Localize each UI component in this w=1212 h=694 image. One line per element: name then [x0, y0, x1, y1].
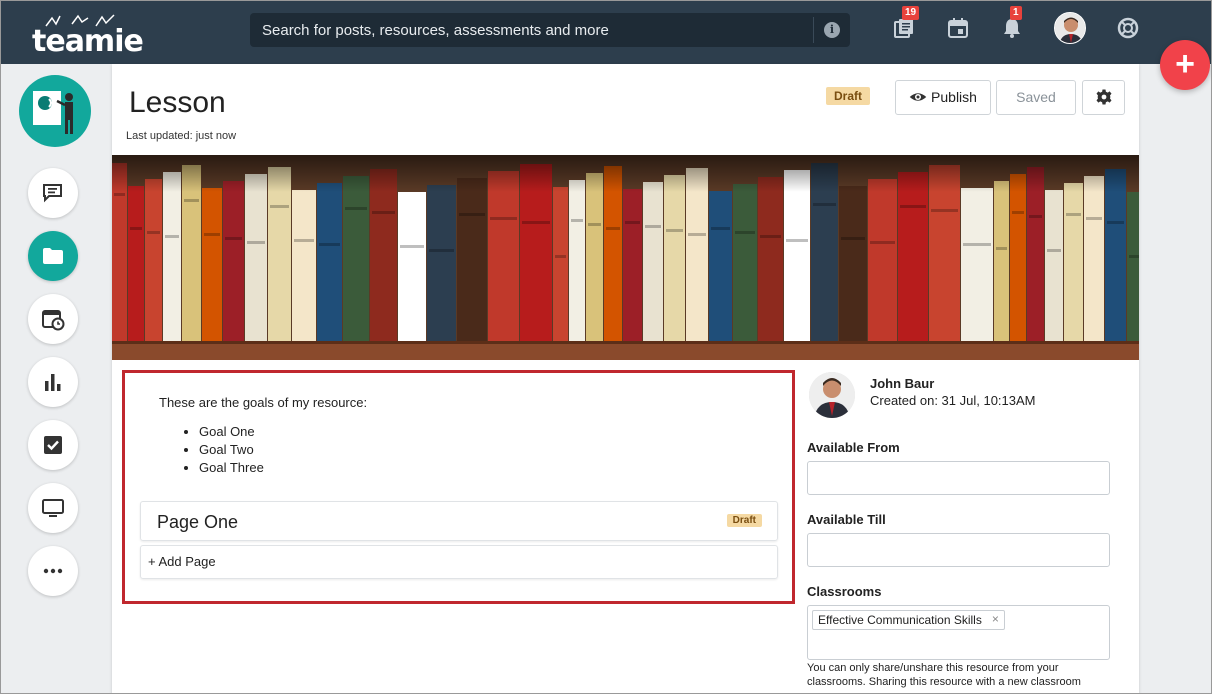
- logo-text: teamie: [32, 24, 144, 59]
- library-icon[interactable]: 19: [892, 6, 920, 42]
- calendar-clock-icon: [42, 310, 65, 331]
- right-gutter: [1148, 64, 1212, 694]
- saved-button[interactable]: Saved: [996, 80, 1076, 115]
- bar-chart-icon: [45, 374, 61, 391]
- sidebar-item-schedule[interactable]: [28, 294, 78, 344]
- user-avatar[interactable]: [1054, 12, 1086, 44]
- author-avatar: [809, 372, 855, 418]
- classroom-logo[interactable]: [19, 75, 91, 147]
- eye-icon: [909, 93, 927, 101]
- top-navigation-bar: teamie Search for posts, resources, asse…: [0, 0, 1212, 64]
- author-name[interactable]: John Baur: [870, 376, 934, 391]
- goals-intro: These are the goals of my resource:: [159, 395, 368, 410]
- available-from-label: Available From: [807, 440, 900, 455]
- teamie-logo[interactable]: teamie: [14, 6, 144, 59]
- notifications-bell-icon[interactable]: 1: [1000, 6, 1026, 42]
- sidebar-item-tasks[interactable]: [28, 420, 78, 470]
- folder-icon: [43, 248, 63, 264]
- library-badge: 19: [902, 6, 920, 20]
- available-till-field[interactable]: [807, 533, 1110, 567]
- notifications-badge: 1: [1010, 6, 1022, 20]
- search-input[interactable]: Search for posts, resources, assessments…: [250, 13, 850, 47]
- checkbox-icon: [44, 436, 62, 454]
- search-divider: [813, 17, 814, 43]
- classroom-chip-label: Effective Communication Skills: [818, 613, 982, 627]
- publish-button[interactable]: Publish: [895, 80, 991, 115]
- more-dots-icon: [43, 568, 63, 574]
- help-lifebuoy-icon[interactable]: [1116, 16, 1142, 42]
- monitor-icon: [42, 499, 64, 517]
- created-date: Created on: 31 Jul, 10:13AM: [870, 393, 1036, 408]
- available-till-label: Available Till: [807, 512, 886, 527]
- sidebar-item-posts[interactable]: [28, 168, 78, 218]
- goal-list: Goal One Goal Two Goal Three: [183, 423, 264, 477]
- classroom-chip: Effective Communication Skills ×: [812, 610, 1005, 630]
- calendar-icon[interactable]: [946, 16, 972, 42]
- list-item: Goal Two: [199, 441, 264, 459]
- add-page-button[interactable]: + Add Page: [140, 545, 778, 579]
- page-row[interactable]: Page One Draft: [140, 501, 778, 541]
- publish-label: Publish: [931, 89, 977, 105]
- list-item: Goal One: [199, 423, 264, 441]
- search-placeholder: Search for posts, resources, assessments…: [262, 22, 609, 39]
- settings-button[interactable]: [1082, 80, 1125, 115]
- classrooms-field[interactable]: Effective Communication Skills ×: [807, 605, 1110, 660]
- sidebar-item-analytics[interactable]: [28, 357, 78, 407]
- lesson-card: Lesson Last updated: just now Draft Publ…: [112, 64, 1139, 694]
- gear-icon: [1096, 89, 1111, 105]
- chat-icon: [43, 184, 62, 203]
- sidebar-item-presentation[interactable]: [28, 483, 78, 533]
- classrooms-label: Classrooms: [807, 584, 882, 599]
- page-title: Lesson: [129, 86, 226, 119]
- classrooms-help-text: You can only share/unshare this resource…: [807, 662, 1081, 688]
- list-item: Goal Three: [199, 459, 264, 477]
- lesson-content-area: These are the goals of my resource: Goal…: [122, 370, 795, 604]
- status-badge: Draft: [826, 87, 871, 105]
- available-from-field[interactable]: [807, 461, 1110, 495]
- create-fab-button[interactable]: +: [1160, 40, 1210, 90]
- remove-chip-icon[interactable]: ×: [992, 612, 999, 626]
- page-row-title: Page One: [157, 512, 239, 532]
- sidebar-item-more[interactable]: [28, 546, 78, 596]
- last-updated: Last updated: just now: [126, 130, 237, 142]
- cover-image-bookshelf: [112, 155, 1139, 360]
- page-status-badge: Draft: [726, 514, 762, 527]
- sidebar-item-resources[interactable]: [28, 231, 78, 281]
- info-icon[interactable]: i: [824, 22, 840, 38]
